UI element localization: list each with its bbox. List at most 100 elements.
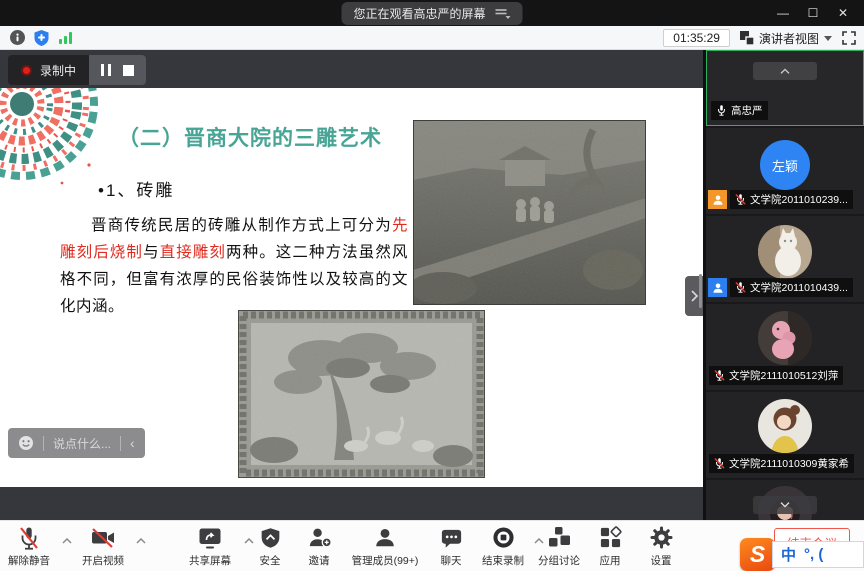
collapse-tile-button[interactable]: [753, 62, 817, 80]
toolbar-label: 邀请: [309, 553, 330, 568]
chat-icon: [439, 526, 464, 550]
screen-menu-icon[interactable]: [495, 8, 511, 19]
participants-sidebar: 高忠严 左颖 文学院2011010239...: [706, 50, 864, 520]
chat-collapse-button[interactable]: ‹: [130, 436, 135, 450]
mic-muted-icon: [735, 281, 746, 294]
slide-title: （二）晋商大院的三雕艺术: [118, 122, 382, 152]
status-bar: 01:35:29 演讲者视图: [0, 26, 864, 50]
meeting-info-icon[interactable]: [10, 30, 25, 45]
participant-name: 文学院2011010439...: [750, 280, 848, 295]
settings-button[interactable]: 设置: [638, 526, 684, 568]
video-options-caret-icon[interactable]: [136, 538, 146, 544]
mic-options-caret-icon[interactable]: [62, 538, 72, 544]
window-controls: — ☐ ✕: [768, 0, 858, 26]
mic-on-icon: [716, 104, 727, 117]
stop-record-icon: [492, 526, 515, 549]
participant-tile-gaozhongyan[interactable]: 高忠严: [706, 50, 864, 126]
apps-button[interactable]: 应用: [588, 526, 632, 568]
breakout-icon: [548, 526, 571, 549]
bullet-glyph: •: [98, 181, 106, 200]
avatar: [758, 311, 812, 365]
recording-dot-icon: [21, 65, 32, 76]
avatar: 左颖: [760, 140, 810, 190]
view-mode-label: 演讲者视图: [759, 30, 819, 47]
layout-view-icon: [740, 31, 754, 45]
participant-name: 文学院2111010512刘萍: [729, 368, 838, 383]
emoji-icon[interactable]: [18, 435, 34, 451]
start-video-button[interactable]: 开启视频: [74, 526, 132, 568]
security-button[interactable]: 安全: [246, 526, 294, 568]
security-shield-icon[interactable]: [34, 30, 49, 46]
network-signal-icon[interactable]: [58, 31, 73, 44]
camera-off-icon: [90, 526, 116, 550]
apps-icon: [599, 526, 622, 549]
bullet-text: 1、砖雕: [106, 181, 174, 200]
participant-tile-zuoying[interactable]: 左颖 文学院2011010239...: [706, 128, 864, 214]
chat-button[interactable]: 聊天: [428, 526, 474, 568]
toolbar-label: 安全: [260, 553, 281, 568]
toolbar-label: 开启视频: [82, 553, 124, 568]
toolbar-label: 设置: [651, 553, 672, 568]
manage-members-button[interactable]: 管理成员(99+): [342, 526, 428, 568]
view-caret-icon: [824, 36, 832, 41]
mic-muted-icon: [17, 526, 41, 551]
shared-screen-area: （二）晋商大院的三雕艺术 •1、砖雕 晋商传统民居的砖雕从制作方式上可分为先雕刻…: [0, 50, 703, 520]
recording-label: 录制中: [40, 62, 76, 79]
minimize-button[interactable]: —: [768, 0, 798, 26]
invite-icon: [307, 526, 332, 550]
scroll-down-button[interactable]: [753, 496, 817, 514]
ime-mode[interactable]: 中: [781, 544, 796, 565]
maximize-button[interactable]: ☐: [798, 0, 828, 26]
breakout-rooms-button[interactable]: 分组讨论: [533, 526, 585, 568]
close-button[interactable]: ✕: [828, 0, 858, 26]
hand-raised-badge-icon: [708, 190, 727, 209]
share-screen-icon: [197, 526, 223, 550]
sogou-logo-icon[interactable]: S: [740, 538, 775, 571]
participant-tile-cat[interactable]: 文学院2011010439...: [706, 216, 864, 302]
para-part-1: 晋商传统民居的砖雕从制作方式上可分为: [91, 217, 392, 234]
participant-name-tag: 文学院2011010439...: [730, 278, 853, 297]
meeting-window: 您正在观看高忠严的屏幕 — ☐ ✕ 01:35:29: [0, 0, 864, 571]
watching-screen-pill[interactable]: 您正在观看高忠严的屏幕: [341, 2, 522, 25]
chat-input-placeholder[interactable]: 说点什么...: [53, 435, 111, 452]
share-screen-button[interactable]: 共享屏幕: [180, 526, 240, 568]
mic-muted-icon: [714, 369, 725, 382]
para-highlight-2: 直接雕刻: [160, 244, 226, 261]
ime-status-bar[interactable]: 中 °, (: [772, 541, 864, 568]
hand-raised-badge-icon: [708, 278, 727, 297]
toolbar-label: 分组讨论: [538, 553, 580, 568]
participant-name-tag: 高忠严: [711, 101, 768, 120]
invite-button[interactable]: 邀请: [296, 526, 342, 568]
meeting-timer: 01:35:29: [663, 29, 730, 47]
divider: [120, 436, 121, 451]
participant-tile-huangjiaxi[interactable]: 文学院2111010309黄家希: [706, 392, 864, 478]
ime-symbols[interactable]: °, (: [804, 546, 823, 563]
main-region: （二）晋商大院的三雕艺术 •1、砖雕 晋商传统民居的砖雕从制作方式上可分为先雕刻…: [0, 50, 864, 520]
toolbar-label: 聊天: [441, 553, 462, 568]
toolbar-label: 管理成员(99+): [352, 553, 419, 568]
pause-recording-button[interactable]: [101, 64, 111, 76]
participant-name: 高忠严: [731, 103, 763, 118]
recording-controls: [89, 55, 146, 85]
participant-tile-liuping[interactable]: 文学院2111010512刘萍: [706, 304, 864, 390]
bottom-toolbar: 解除静音 开启视频 共享屏幕 安全 邀请 管理成员(99+: [0, 520, 864, 571]
slide-bullet-item: •1、砖雕: [98, 176, 174, 201]
sidebar-scrollbar[interactable]: [699, 274, 702, 308]
avatar: [758, 399, 812, 453]
mic-muted-icon: [714, 457, 725, 470]
toolbar-label: 共享屏幕: [189, 553, 231, 568]
recording-bar: 录制中: [8, 55, 146, 85]
stop-record-button[interactable]: 结束录制: [474, 526, 532, 568]
fullscreen-icon[interactable]: [842, 31, 856, 45]
avatar: [758, 225, 812, 279]
toolbar-label: 解除静音: [8, 553, 50, 568]
view-mode-button[interactable]: 演讲者视图: [740, 30, 832, 47]
slide-paragraph: 晋商传统民居的砖雕从制作方式上可分为先雕刻后烧制与直接雕刻两种。这二种方法虽然风…: [60, 212, 408, 320]
status-right: 01:35:29 演讲者视图: [663, 26, 856, 50]
participant-tile-partial[interactable]: [706, 480, 864, 520]
stop-recording-button[interactable]: [123, 65, 134, 76]
unmute-button[interactable]: 解除静音: [0, 526, 58, 568]
brick-carving-image: [238, 310, 485, 478]
security-shield-icon: [259, 526, 282, 550]
quick-chat-bar[interactable]: 说点什么... ‹: [8, 428, 145, 458]
